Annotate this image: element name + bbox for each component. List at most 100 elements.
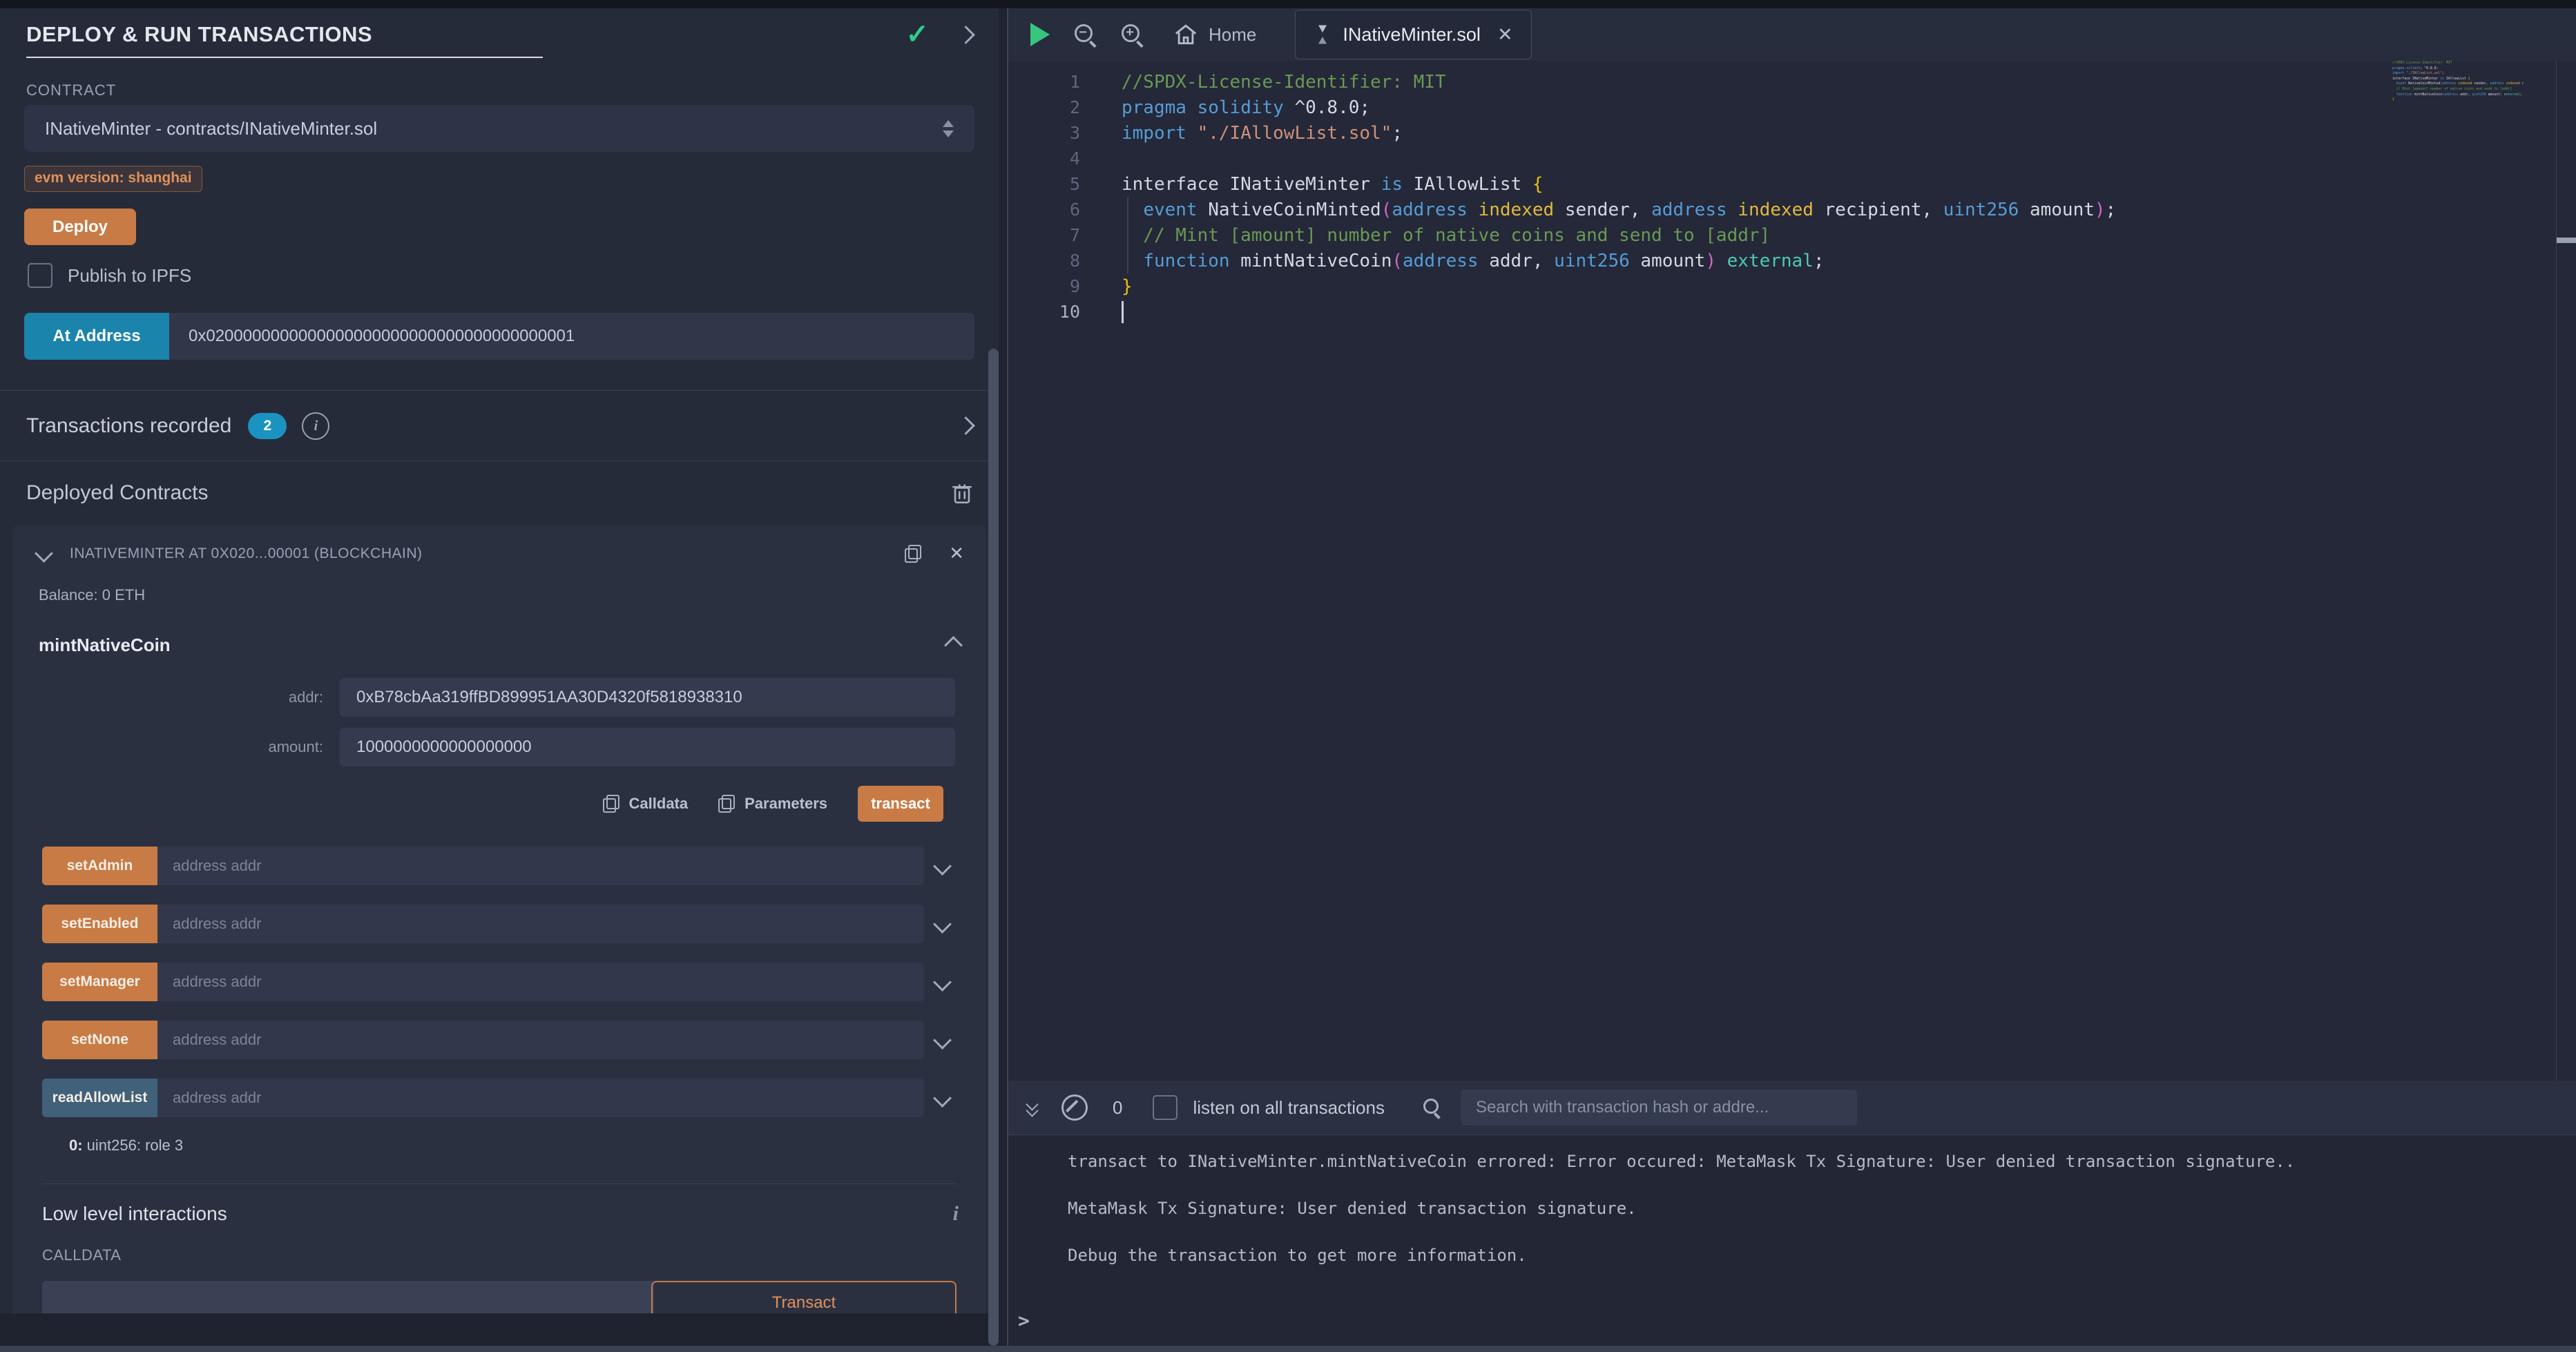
code-line[interactable]: 8 function mintNativeCoin(address addr, … [1008,248,2576,273]
zoom-out-icon[interactable]: − [1073,23,1097,46]
line-number: 8 [1008,251,1106,271]
terminal-prompt[interactable]: > [1018,1309,1030,1332]
transactions-recorded-label: Transactions recorded [26,414,231,438]
code-line[interactable]: 9} [1008,273,2576,299]
code-lines: 1//SPDX-License-Identifier: MIT2pragma s… [1008,61,2576,325]
line-number: 10 [1008,302,1106,322]
panel-splitter[interactable] [999,8,1008,1346]
panel-expand-chevron-icon[interactable] [957,26,975,44]
at-address-input[interactable] [169,313,974,360]
setNone-expand-chevron-icon[interactable] [933,1031,952,1050]
minimap[interactable]: //SPDX-License-Identifier: MITpragma sol… [2392,61,2524,103]
code-line[interactable]: 4 [1008,146,2576,171]
field-input-amount[interactable] [340,728,955,766]
tab-close-icon[interactable]: ✕ [1497,24,1513,46]
contract-balance: Balance: 0 ETH [39,586,986,604]
deployed-contracts-header: Deployed Contracts [0,461,999,525]
terminal-log-line: MetaMask Tx Signature: User denied trans… [1068,1199,2576,1218]
zoom-in-icon[interactable]: + [1120,23,1144,46]
listen-transactions-label: listen on all transactions [1193,1097,1384,1119]
search-icon [1423,1099,1441,1117]
contract-label: CONTRACT [26,81,972,99]
listen-transactions-checkbox[interactable] [1153,1095,1178,1120]
compile-success-check-icon: ✓ [905,24,929,45]
clear-console-icon[interactable] [1061,1094,1088,1121]
contract-collapse-chevron-icon[interactable] [35,544,53,563]
editor-tabbar: − + Home INativeMinter.sol ✕ [1008,8,2576,61]
calldata-copy-label: Calldata [629,795,689,813]
setAdmin-button[interactable]: setAdmin [42,847,157,885]
transactions-recorded-row[interactable]: Transactions recorded 2 i [0,391,999,461]
readAllowList-expand-chevron-icon[interactable] [933,1089,952,1108]
contract-card-header[interactable]: INATIVEMINTER AT 0X020...00001 (BLOCKCHA… [12,525,986,564]
calldata-copy-button[interactable]: Calldata [603,795,689,813]
at-address-button[interactable]: At Address [24,313,169,360]
solidity-icon [1314,24,1332,45]
setAdmin-input[interactable] [157,847,924,885]
line-number: 7 [1008,225,1106,245]
tab-inativeminter[interactable]: INativeMinter.sol ✕ [1295,10,1531,59]
function-action-row: Calldata Parameters transact [12,786,943,822]
line-number: 1 [1008,72,1106,92]
function-header[interactable]: mintNativeCoin [39,635,960,656]
copy-icon [603,795,619,813]
transactions-expand-chevron-icon[interactable] [957,416,975,435]
pending-tx-count: 0 [1113,1097,1122,1119]
remix-ide-window: DEPLOY & RUN TRANSACTIONS ✓ CONTRACT INa… [0,0,2576,1352]
code-line[interactable]: 6 event NativeCoinMinted(address indexed… [1008,197,2576,222]
terminal-header: 0 listen on all transactions [1008,1081,2576,1135]
parameters-copy-button[interactable]: Parameters [718,795,827,813]
run-script-play-icon[interactable] [1030,23,1050,46]
terminal-log-line: transact to INativeMinter.mintNativeCoin… [1068,1152,2576,1171]
line-text [1106,301,1124,323]
function-collapse-chevron-icon[interactable] [944,636,963,655]
terminal: 0 listen on all transactions transact to… [1008,1081,2576,1346]
setEnabled-input[interactable] [157,905,924,943]
setNone-input[interactable] [157,1021,924,1059]
parameters-copy-label: Parameters [744,795,827,813]
transact-button[interactable]: transact [858,786,943,822]
code-line[interactable]: 2pragma solidity ^0.8.0; [1008,95,2576,120]
deploy-button[interactable]: Deploy [24,209,136,245]
setAdmin-expand-chevron-icon[interactable] [933,857,952,876]
setEnabled-expand-chevron-icon[interactable] [933,915,952,934]
publish-ipfs-row: Publish to IPFS [28,263,999,288]
setManager-input[interactable] [157,963,924,1001]
code-line[interactable]: 10 [1008,299,2576,325]
setManager-expand-chevron-icon[interactable] [933,973,952,992]
tab-home[interactable]: Home [1174,23,1256,46]
overview-ruler[interactable] [2556,61,2576,1081]
readAllowList-input[interactable] [157,1079,924,1117]
page-title: DEPLOY & RUN TRANSACTIONS [26,22,372,47]
function-row-setManager: setManager [42,963,960,1001]
copy-address-icon[interactable] [905,545,921,563]
contract-select-value: INativeMinter - contracts/INativeMinter.… [45,118,943,139]
code-line[interactable]: 5interface INativeMinter is IAllowList { [1008,171,2576,197]
setManager-button[interactable]: setManager [42,963,157,1001]
terminal-search-input[interactable] [1461,1090,1857,1126]
code-line[interactable]: 1//SPDX-License-Identifier: MIT [1008,69,2576,95]
call-result: 0: uint256: role 3 [69,1137,986,1155]
contract-select[interactable]: INativeMinter - contracts/INativeMinter.… [24,105,974,152]
publish-ipfs-checkbox[interactable] [28,263,52,288]
readAllowList-button[interactable]: readAllowList [42,1079,157,1117]
remove-contract-icon[interactable]: ✕ [949,543,964,564]
setNone-button[interactable]: setNone [42,1021,157,1059]
title-underline [26,57,543,58]
setEnabled-button[interactable]: setEnabled [42,905,157,943]
code-line[interactable]: 7 // Mint [amount] number of native coin… [1008,222,2576,248]
panel-scrollbar[interactable] [988,349,999,1346]
code-editor[interactable]: 1//SPDX-License-Identifier: MIT2pragma s… [1008,61,2576,1081]
field-rows: addr:amount: [12,678,986,766]
line-text: } [1106,276,1133,297]
terminal-collapse-icon[interactable] [1028,1100,1037,1115]
line-text: interface INativeMinter is IAllowList { [1106,174,1544,195]
low-level-title: Low level interactions [42,1203,953,1225]
field-input-addr[interactable] [340,678,955,717]
line-number: 4 [1008,148,1106,168]
cursor-position-marker [2557,238,2576,243]
transactions-count-badge: 2 [248,413,287,439]
trash-icon[interactable] [952,481,972,505]
code-line[interactable]: 3import "./IAllowList.sol"; [1008,120,2576,146]
line-number: 5 [1008,174,1106,194]
